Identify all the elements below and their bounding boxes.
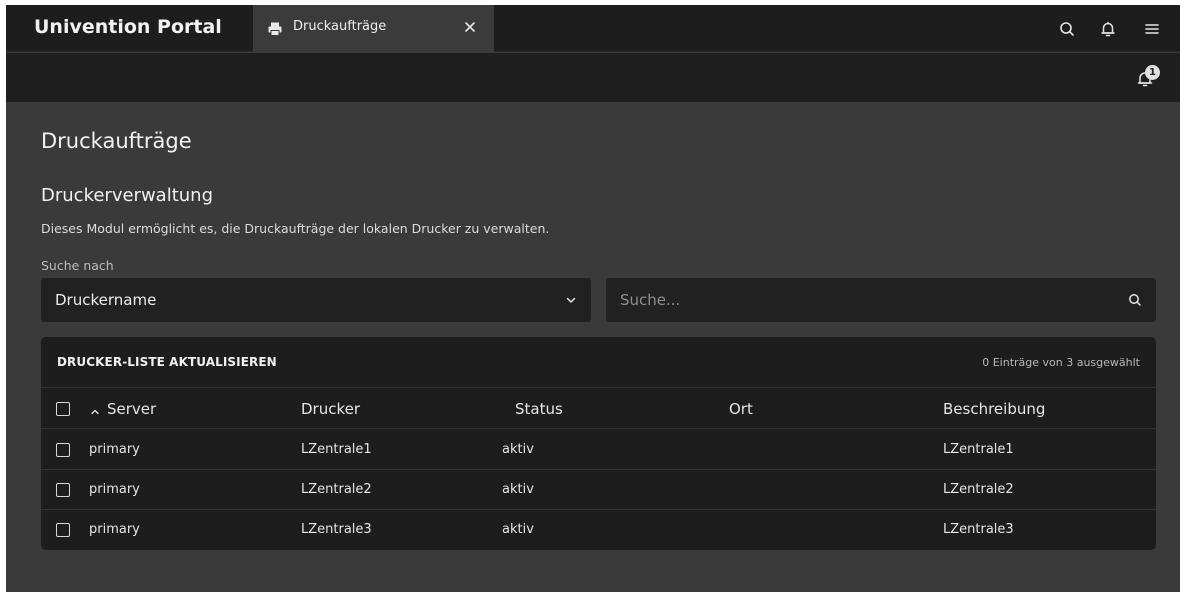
module-description: Dieses Modul ermöglicht es, die Druckauf… xyxy=(41,221,550,236)
selection-info: 0 Einträge von 3 ausgewählt xyxy=(982,356,1140,369)
search-by-select[interactable]: Druckername xyxy=(41,278,591,322)
cell-server: primary xyxy=(89,522,140,537)
column-header-location[interactable]: Ort xyxy=(729,400,753,418)
app-window: Univention Portal Druckaufträge 1 Drucka… xyxy=(6,5,1180,592)
page-title: Druckaufträge xyxy=(41,129,192,153)
close-icon[interactable] xyxy=(460,17,480,37)
search-by-label: Suche nach xyxy=(41,258,114,273)
chevron-down-icon xyxy=(563,292,579,308)
column-header-printer[interactable]: Drucker xyxy=(301,400,360,418)
column-header-description[interactable]: Beschreibung xyxy=(943,400,1045,418)
bell-icon[interactable] xyxy=(1097,18,1119,40)
cell-description: LZentrale2 xyxy=(943,482,1014,497)
cell-status: aktiv xyxy=(502,522,534,537)
cell-printer: LZentrale3 xyxy=(301,522,372,537)
cell-description: LZentrale3 xyxy=(943,522,1014,537)
table-row[interactable]: primary LZentrale3 aktiv LZentrale3 xyxy=(41,510,1156,550)
row-checkbox[interactable] xyxy=(56,523,70,537)
tab-druckauftraege[interactable]: Druckaufträge xyxy=(253,5,494,52)
portal-brand[interactable]: Univention Portal xyxy=(34,16,222,38)
cell-description: LZentrale1 xyxy=(943,442,1014,457)
cell-status: aktiv xyxy=(502,482,534,497)
selected-search-field: Druckername xyxy=(55,291,157,309)
row-checkbox[interactable] xyxy=(56,483,70,497)
printer-grid: DRUCKER-LISTE AKTUALISIEREN 0 Einträge v… xyxy=(41,337,1156,550)
top-bar: Univention Portal Druckaufträge xyxy=(6,5,1180,52)
search-icon[interactable] xyxy=(1126,291,1144,309)
cell-server: primary xyxy=(89,442,140,457)
table-header-row: Server Drucker Status Ort Beschreibung xyxy=(41,389,1156,429)
notification-count-badge: 1 xyxy=(1145,65,1160,80)
row-checkbox[interactable] xyxy=(56,443,70,457)
grid-toolbar: DRUCKER-LISTE AKTUALISIEREN 0 Einträge v… xyxy=(41,337,1156,388)
search-input[interactable] xyxy=(606,278,1116,322)
notification-bar: 1 xyxy=(6,53,1180,102)
tab-label: Druckaufträge xyxy=(293,19,387,34)
search-icon[interactable] xyxy=(1056,18,1078,40)
select-all-checkbox[interactable] xyxy=(56,402,70,416)
cell-status: aktiv xyxy=(502,442,534,457)
printer-icon xyxy=(267,21,283,37)
refresh-printer-list-button[interactable]: DRUCKER-LISTE AKTUALISIEREN xyxy=(57,355,277,369)
section-title: Druckerverwaltung xyxy=(41,185,214,206)
menu-icon[interactable] xyxy=(1141,18,1163,40)
table-row[interactable]: primary LZentrale2 aktiv LZentrale2 xyxy=(41,470,1156,510)
notifications-button[interactable]: 1 xyxy=(1132,63,1160,91)
cell-printer: LZentrale1 xyxy=(301,442,372,457)
column-header-status[interactable]: Status xyxy=(515,400,563,418)
table-row[interactable]: primary LZentrale1 aktiv LZentrale1 xyxy=(41,430,1156,470)
sort-ascending-icon[interactable] xyxy=(89,403,101,415)
column-header-server[interactable]: Server xyxy=(107,400,156,418)
cell-server: primary xyxy=(89,482,140,497)
search-field xyxy=(606,278,1156,322)
cell-printer: LZentrale2 xyxy=(301,482,372,497)
